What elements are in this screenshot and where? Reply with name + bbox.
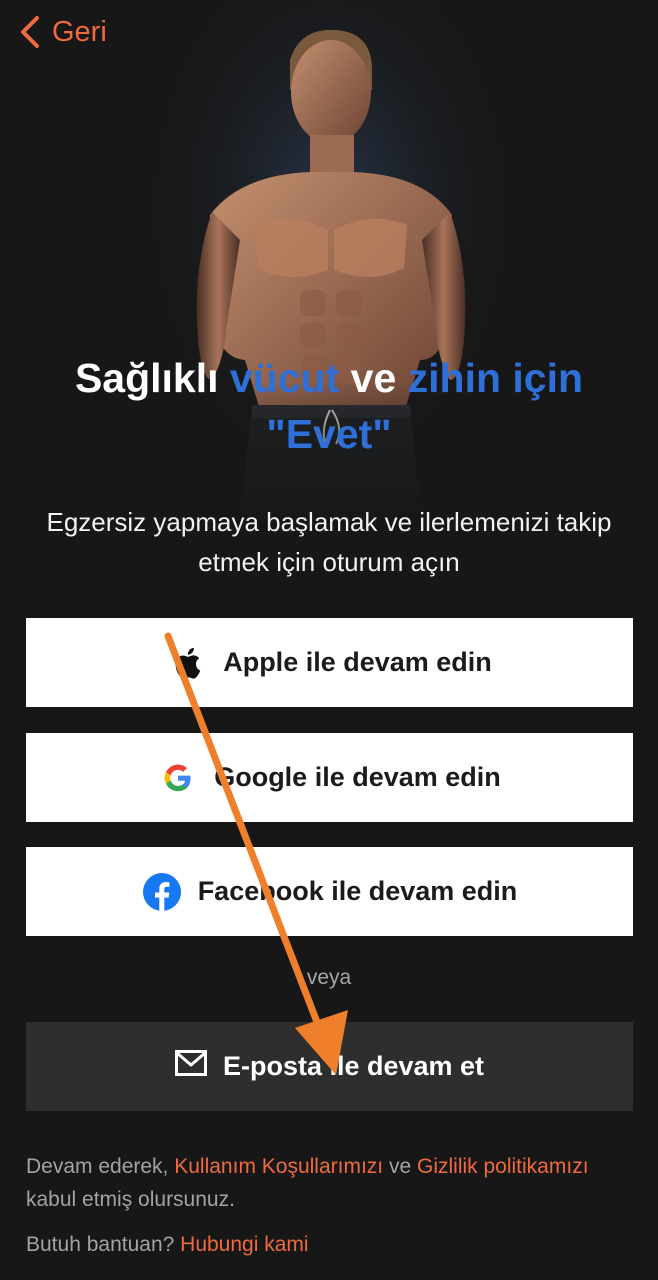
email-signin-button[interactable]: E-posta ile devam et — [26, 1022, 633, 1111]
legal-middle: ve — [383, 1155, 417, 1178]
headline-text-blue-2: zihin için — [407, 355, 584, 401]
headline-text-white-1: Sağlıklı — [74, 355, 230, 401]
facebook-signin-label: Facebook ile devam edin — [197, 876, 518, 906]
chevron-left-icon — [18, 14, 42, 50]
headline: Sağlıklı vücut ve zihin için "Evet" — [0, 350, 658, 462]
google-signin-label: Google ile devam edin — [214, 762, 501, 792]
legal-notice: Devam ederek, Kullanım Koşullarımızı ve … — [26, 1150, 626, 1216]
terms-link[interactable]: Kullanım Koşullarımızı — [174, 1155, 383, 1178]
headline-text-blue-1: vücut — [229, 355, 340, 401]
envelope-icon — [174, 1050, 207, 1083]
back-button[interactable]: Geri — [18, 14, 107, 50]
google-logo-icon — [158, 758, 198, 798]
apple-signin-button[interactable]: Apple ile devam edin — [26, 618, 633, 707]
or-divider: veya — [306, 966, 352, 989]
headline-line-1: Sağlıklı vücut ve zihin için — [0, 350, 658, 406]
legal-suffix: kabul etmiş olursunuz. — [26, 1188, 235, 1211]
subtitle: Egzersiz yapmaya başlamak ve ilerlemeniz… — [46, 507, 612, 577]
email-signin-label: E-posta ile devam et — [222, 1051, 485, 1081]
privacy-link[interactable]: Gizlilik politikamızı — [417, 1155, 589, 1178]
facebook-signin-button[interactable]: Facebook ile devam edin — [26, 847, 633, 936]
apple-signin-label: Apple ile devam edin — [223, 647, 492, 677]
help-question: Butuh bantuan? — [26, 1233, 175, 1256]
headline-line-2: "Evet" — [0, 406, 658, 462]
headline-text-blue-3: "Evet" — [266, 411, 392, 457]
facebook-logo-icon — [142, 872, 182, 912]
headline-text-white-2: ve — [339, 355, 408, 401]
legal-prefix: Devam ederek, — [26, 1155, 175, 1178]
back-label: Geri — [52, 15, 107, 48]
help-line: Butuh bantuan? Hubungi kami — [26, 1233, 309, 1257]
apple-logo-icon — [167, 643, 207, 683]
google-signin-button[interactable]: Google ile devam edin — [26, 733, 633, 822]
contact-us-link[interactable]: Hubungi kami — [180, 1233, 308, 1256]
login-screen: Geri Sağlıklı vücut ve zihin için "Evet"… — [0, 0, 658, 1280]
